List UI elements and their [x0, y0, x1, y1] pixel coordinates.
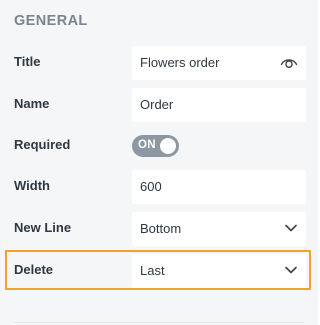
chevron-down-icon: [285, 224, 297, 232]
name-value: Order: [140, 97, 174, 112]
bottom-divider: [14, 322, 304, 323]
row-new-line: New Line Bottom: [0, 208, 318, 250]
required-toggle[interactable]: ON: [132, 135, 179, 157]
row-required: Required ON: [0, 125, 318, 167]
title-input[interactable]: Flowers order: [132, 46, 306, 80]
width-input[interactable]: 600: [132, 170, 306, 204]
toggle-knob: [160, 138, 176, 154]
width-label: Width: [14, 178, 50, 193]
delete-row-highlight: [5, 250, 311, 290]
eye-icon[interactable]: [279, 53, 299, 73]
new-line-label: New Line: [14, 220, 72, 235]
name-label: Name: [14, 96, 50, 111]
row-title: Title Flowers order: [0, 42, 318, 84]
width-value: 600: [140, 179, 162, 194]
row-name: Name Order: [0, 84, 318, 126]
section-title: GENERAL: [14, 13, 88, 29]
row-width: Width 600: [0, 166, 318, 208]
toggle-on-text: ON: [138, 139, 156, 151]
required-label: Required: [14, 137, 71, 152]
title-value: Flowers order: [140, 55, 220, 70]
new-line-value: Bottom: [140, 221, 182, 236]
name-input[interactable]: Order: [132, 88, 306, 122]
properties-panel: GENERAL Title Flowers order Name Order R…: [0, 0, 318, 325]
title-label: Title: [14, 54, 41, 69]
new-line-select[interactable]: Bottom: [132, 212, 306, 246]
